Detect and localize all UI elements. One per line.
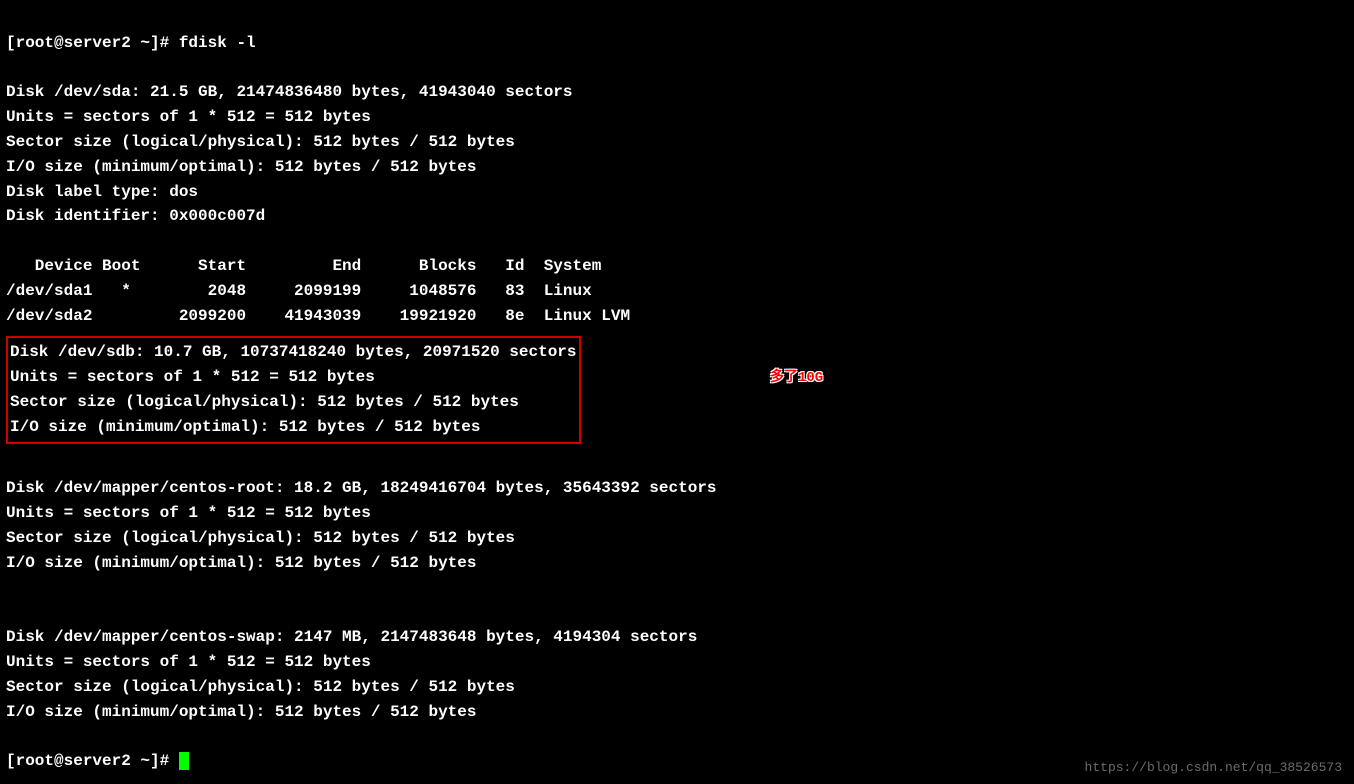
disk-sda-label-type: Disk label type: dos	[6, 183, 198, 201]
cursor-icon	[179, 752, 189, 770]
disk-centos-root-header: Disk /dev/mapper/centos-root: 18.2 GB, 1…	[6, 479, 717, 497]
partition-row-sda1: /dev/sda1 * 2048 2099199 1048576 83 Linu…	[6, 282, 592, 300]
command-prompt-2[interactable]: [root@server2 ~]#	[6, 752, 179, 770]
disk-centos-swap-units: Units = sectors of 1 * 512 = 512 bytes	[6, 653, 371, 671]
disk-centos-swap-sector-size: Sector size (logical/physical): 512 byte…	[6, 678, 515, 696]
disk-sdb-header: Disk /dev/sdb: 10.7 GB, 10737418240 byte…	[10, 343, 577, 361]
disk-sdb-sector-size: Sector size (logical/physical): 512 byte…	[10, 393, 519, 411]
disk-sda-io-size: I/O size (minimum/optimal): 512 bytes / …	[6, 158, 476, 176]
partition-row-sda2: /dev/sda2 2099200 41943039 19921920 8e L…	[6, 307, 630, 325]
disk-centos-swap-io-size: I/O size (minimum/optimal): 512 bytes / …	[6, 703, 476, 721]
command-prompt-1[interactable]: [root@server2 ~]# fdisk -l	[6, 34, 256, 52]
terminal-output: [root@server2 ~]# fdisk -l Disk /dev/sda…	[6, 6, 1348, 774]
disk-sda-identifier: Disk identifier: 0x000c007d	[6, 207, 265, 225]
disk-centos-root-io-size: I/O size (minimum/optimal): 512 bytes / …	[6, 554, 476, 572]
partition-table-header: Device Boot Start End Blocks Id System	[6, 257, 601, 275]
disk-sdb-io-size: I/O size (minimum/optimal): 512 bytes / …	[10, 418, 480, 436]
disk-centos-swap-header: Disk /dev/mapper/centos-swap: 2147 MB, 2…	[6, 628, 697, 646]
disk-sda-header: Disk /dev/sda: 21.5 GB, 21474836480 byte…	[6, 83, 573, 101]
disk-centos-root-sector-size: Sector size (logical/physical): 512 byte…	[6, 529, 515, 547]
annotation-label: 多了10G	[770, 368, 823, 390]
disk-sda-units: Units = sectors of 1 * 512 = 512 bytes	[6, 108, 371, 126]
disk-sdb-units: Units = sectors of 1 * 512 = 512 bytes	[10, 368, 375, 386]
disk-centos-root-units: Units = sectors of 1 * 512 = 512 bytes	[6, 504, 371, 522]
watermark-text: https://blog.csdn.net/qq_38526573	[1085, 758, 1342, 778]
highlighted-disk-sdb: Disk /dev/sdb: 10.7 GB, 10737418240 byte…	[6, 336, 581, 443]
disk-sda-sector-size: Sector size (logical/physical): 512 byte…	[6, 133, 515, 151]
